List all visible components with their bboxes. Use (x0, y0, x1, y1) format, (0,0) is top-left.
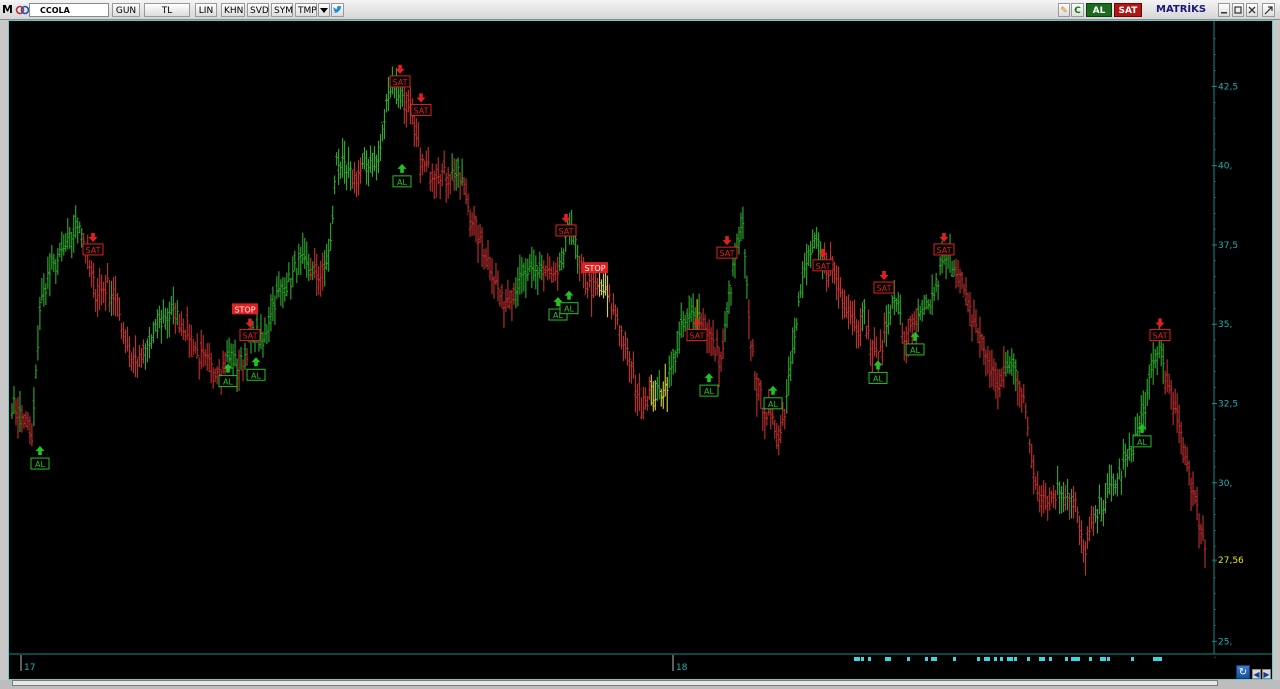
activity-mark (1027, 657, 1030, 661)
sym-button[interactable]: SYM (271, 3, 293, 17)
chevron-down-icon[interactable] (318, 3, 330, 17)
activity-mark (1107, 657, 1110, 661)
signal-label: AL (251, 371, 261, 380)
activity-mark (953, 657, 956, 661)
signal-label: SAT (86, 246, 101, 255)
close-icon-svg (1248, 6, 1256, 14)
chart-toolbar: M CCOLA GUN TL LIN KHN SVD SYM TMP ✎ C A… (0, 0, 1280, 20)
signal-label: STOP (584, 264, 605, 273)
stop-signal: STOP (582, 262, 608, 274)
signal-label: AL (704, 387, 714, 396)
currency-button[interactable]: TL (144, 3, 190, 17)
activity-mark (925, 657, 928, 661)
activity-mark (1014, 657, 1017, 661)
period-button[interactable]: GUN (112, 3, 140, 17)
y-tick-label: 30, (1218, 479, 1232, 489)
maximize-icon[interactable] (1232, 3, 1244, 17)
khn-button[interactable]: KHN (221, 3, 245, 17)
pencil-icon[interactable]: ✎ (1058, 3, 1070, 17)
y-tick-label: 32,5 (1218, 399, 1238, 409)
signal-label: AL (564, 305, 574, 314)
y-tick-label: 40, (1218, 162, 1232, 172)
sell-button[interactable]: SAT (1114, 3, 1142, 17)
x-tick-label: 17 (24, 663, 35, 673)
y-tick-label: 25, (1218, 637, 1232, 647)
activity-mark (984, 657, 990, 661)
signal-label: SAT (877, 284, 892, 293)
scroll-right-icon[interactable]: ▶ (1262, 669, 1271, 679)
close-icon[interactable] (1246, 3, 1258, 17)
activity-mark (868, 657, 871, 661)
activity-mark (1049, 657, 1052, 661)
signal-label: STOP (234, 305, 255, 314)
symbol-input[interactable]: CCOLA (29, 3, 109, 17)
signal-label: AL (223, 378, 233, 387)
activity-mark (907, 657, 910, 661)
refresh-icon[interactable]: C (1071, 3, 1084, 17)
scale-button[interactable]: LIN (195, 3, 217, 17)
app-logo: M (2, 3, 13, 16)
signal-label: SAT (414, 106, 429, 115)
activity-mark (885, 657, 891, 661)
activity-mark (977, 657, 980, 661)
signal-label: SAT (690, 332, 705, 341)
reload-icon[interactable]: ↻ (1236, 665, 1250, 679)
minimize-icon[interactable] (1218, 3, 1230, 17)
activity-mark (1159, 657, 1162, 661)
activity-mark (1131, 657, 1134, 661)
y-tick-label: 35, (1218, 320, 1232, 330)
activity-mark (994, 657, 997, 661)
price-chart[interactable]: AL SAT AL AL STOP SAT AL SAT SAT SAT AL AL STOP SAT AL… (8, 20, 1273, 680)
twitter-icon-svg (333, 5, 342, 13)
tmp-button[interactable]: TMP (295, 3, 317, 17)
activity-mark (861, 657, 864, 661)
signal-label: SAT (720, 249, 735, 258)
signal-label: SAT (559, 227, 574, 236)
signal-label: SAT (816, 262, 831, 271)
expand-icon[interactable] (1262, 3, 1275, 17)
activity-mark (1100, 657, 1106, 661)
activity-mark (1153, 657, 1159, 661)
maximize-icon-svg (1234, 6, 1242, 14)
y-tick-label: 42,5 (1218, 82, 1238, 92)
last-price-label: 27,56 (1218, 556, 1244, 566)
signal-label: AL (910, 346, 920, 355)
chevron-down-icon-svg (320, 8, 328, 13)
signal-label: SAT (393, 78, 408, 87)
signal-label: SAT (243, 332, 258, 341)
activity-mark (1089, 657, 1092, 661)
buy-button[interactable]: AL (1086, 3, 1112, 17)
brand-logo: MATRİKS (1156, 4, 1207, 15)
activity-mark (1071, 657, 1077, 661)
scroll-left-icon[interactable]: ◀ (1252, 669, 1261, 679)
activity-mark (1039, 657, 1045, 661)
y-tick-label: 37,5 (1218, 241, 1238, 251)
expand-icon-svg (1264, 6, 1273, 15)
chart-canvas: AL SAT AL AL STOP SAT AL SAT SAT SAT AL AL STOP SAT AL… (9, 21, 1272, 679)
activity-mark (1007, 657, 1013, 661)
minimize-icon-svg (1221, 12, 1227, 14)
signal-label: AL (1137, 438, 1147, 447)
activity-mark (1077, 657, 1080, 661)
signal-label: AL (873, 374, 883, 383)
horizontal-scrollbar[interactable] (12, 680, 1218, 686)
signal-label: SAT (1153, 332, 1168, 341)
stop-signal: STOP (232, 303, 258, 315)
activity-mark (854, 657, 860, 661)
signal-label: AL (768, 400, 778, 409)
twitter-icon[interactable] (331, 3, 344, 17)
activity-mark (1065, 657, 1068, 661)
svd-button[interactable]: SVD (247, 3, 269, 17)
signal-label: AL (397, 178, 407, 187)
activity-mark (1000, 657, 1003, 661)
signal-label: SAT (937, 246, 952, 255)
x-tick-label: 18 (676, 663, 688, 673)
signal-label: AL (35, 460, 45, 469)
activity-mark (931, 657, 937, 661)
